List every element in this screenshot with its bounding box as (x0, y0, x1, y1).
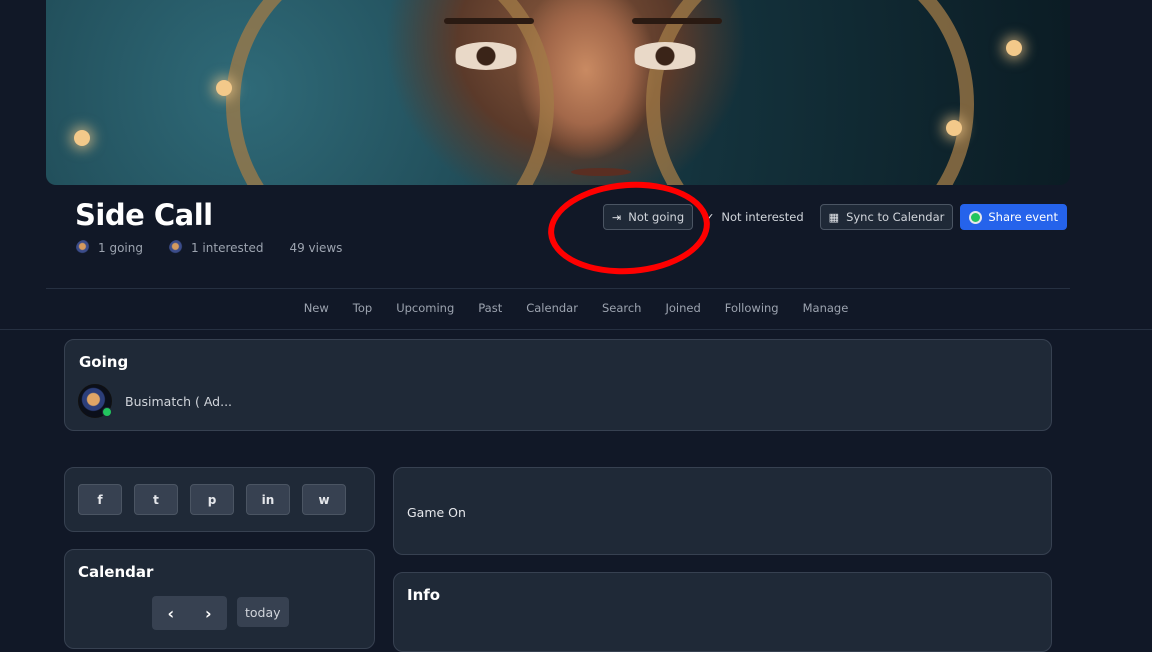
share-card: f t p in w (64, 467, 375, 532)
face-brow (632, 18, 722, 24)
bokeh-light (74, 130, 90, 146)
not-interested-button[interactable]: ✓ Not interested (700, 204, 813, 230)
attendee-avatar-icon (168, 240, 185, 256)
calendar-nav-group: ‹ › (152, 596, 227, 630)
bokeh-light (1006, 40, 1022, 56)
linkedin-icon: in (261, 492, 275, 507)
share-buttons: f t p in w (78, 484, 358, 515)
facebook-share-button[interactable]: f (78, 484, 122, 515)
event-title: Side Call (75, 198, 213, 232)
interested-count: 1 interested (190, 241, 264, 255)
twitter-share-button[interactable]: t (134, 484, 178, 515)
face-eye (451, 42, 521, 70)
online-status-icon (102, 407, 112, 417)
tab-joined[interactable]: Joined (665, 301, 700, 315)
event-description: Game On (407, 505, 466, 520)
tab-following[interactable]: Following (725, 301, 779, 315)
attendee-avatar-icon (76, 240, 92, 256)
attendee-row[interactable]: Busimatch ( Ad... (78, 384, 232, 418)
attendee-name[interactable]: Busimatch ( Ad... (125, 394, 232, 409)
calendar-card: Calendar ‹ › today (64, 549, 375, 649)
bokeh-light (946, 120, 962, 136)
tab-upcoming[interactable]: Upcoming (396, 301, 454, 315)
info-heading: Info (407, 586, 441, 604)
red-annotation-circle (544, 176, 714, 280)
going-count: 1 going (98, 241, 143, 255)
face-eye (630, 42, 700, 70)
tab-manage[interactable]: Manage (803, 301, 849, 315)
today-button[interactable]: today (237, 597, 289, 627)
whatsapp-icon: w (318, 492, 330, 507)
views-count: 49 views (289, 241, 343, 255)
face-lip (571, 168, 631, 176)
event-tabs-nav: New Top Upcoming Past Calendar Search Jo… (0, 301, 1152, 315)
tab-past[interactable]: Past (478, 301, 502, 315)
going-stat[interactable]: 1 going (76, 240, 143, 256)
facebook-icon: f (97, 492, 103, 507)
views-stat: 49 views (289, 241, 342, 255)
sync-calendar-button[interactable]: ▦ Sync to Calendar (819, 204, 954, 230)
pinterest-share-button[interactable]: p (190, 484, 234, 515)
whatsapp-share-button[interactable]: w (302, 484, 346, 515)
interested-stat[interactable]: 1 interested (168, 240, 264, 256)
tab-top[interactable]: Top (353, 301, 372, 315)
twitter-icon: t (153, 492, 159, 507)
linkedin-share-button[interactable]: in (246, 484, 290, 515)
chevron-right-icon[interactable]: › (205, 604, 212, 623)
calendar-heading: Calendar (78, 563, 154, 581)
share-icon (969, 210, 983, 224)
share-event-button[interactable]: Share event (960, 204, 1067, 230)
tab-search[interactable]: Search (602, 301, 642, 315)
helmet-ring (646, 0, 974, 185)
going-heading: Going (79, 353, 129, 371)
pinterest-icon: p (207, 492, 217, 507)
tab-new[interactable]: New (304, 301, 329, 315)
calendar-controls: ‹ › today (152, 596, 289, 630)
chevron-left-icon[interactable]: ‹ (167, 604, 174, 623)
avatar[interactable] (78, 384, 112, 418)
event-cover-image (46, 0, 1070, 185)
bokeh-light (216, 80, 232, 96)
description-card: Game On (393, 467, 1052, 555)
face-brow (444, 18, 534, 24)
helmet-ring (226, 0, 554, 185)
info-card: Info (393, 572, 1052, 652)
calendar-icon: ▦ (828, 210, 840, 224)
going-card: Going Busimatch ( Ad... (64, 339, 1052, 431)
event-stats: 1 going 1 interested 49 views (76, 240, 368, 256)
divider (46, 288, 1070, 289)
divider (0, 329, 1152, 330)
tab-calendar[interactable]: Calendar (526, 301, 578, 315)
